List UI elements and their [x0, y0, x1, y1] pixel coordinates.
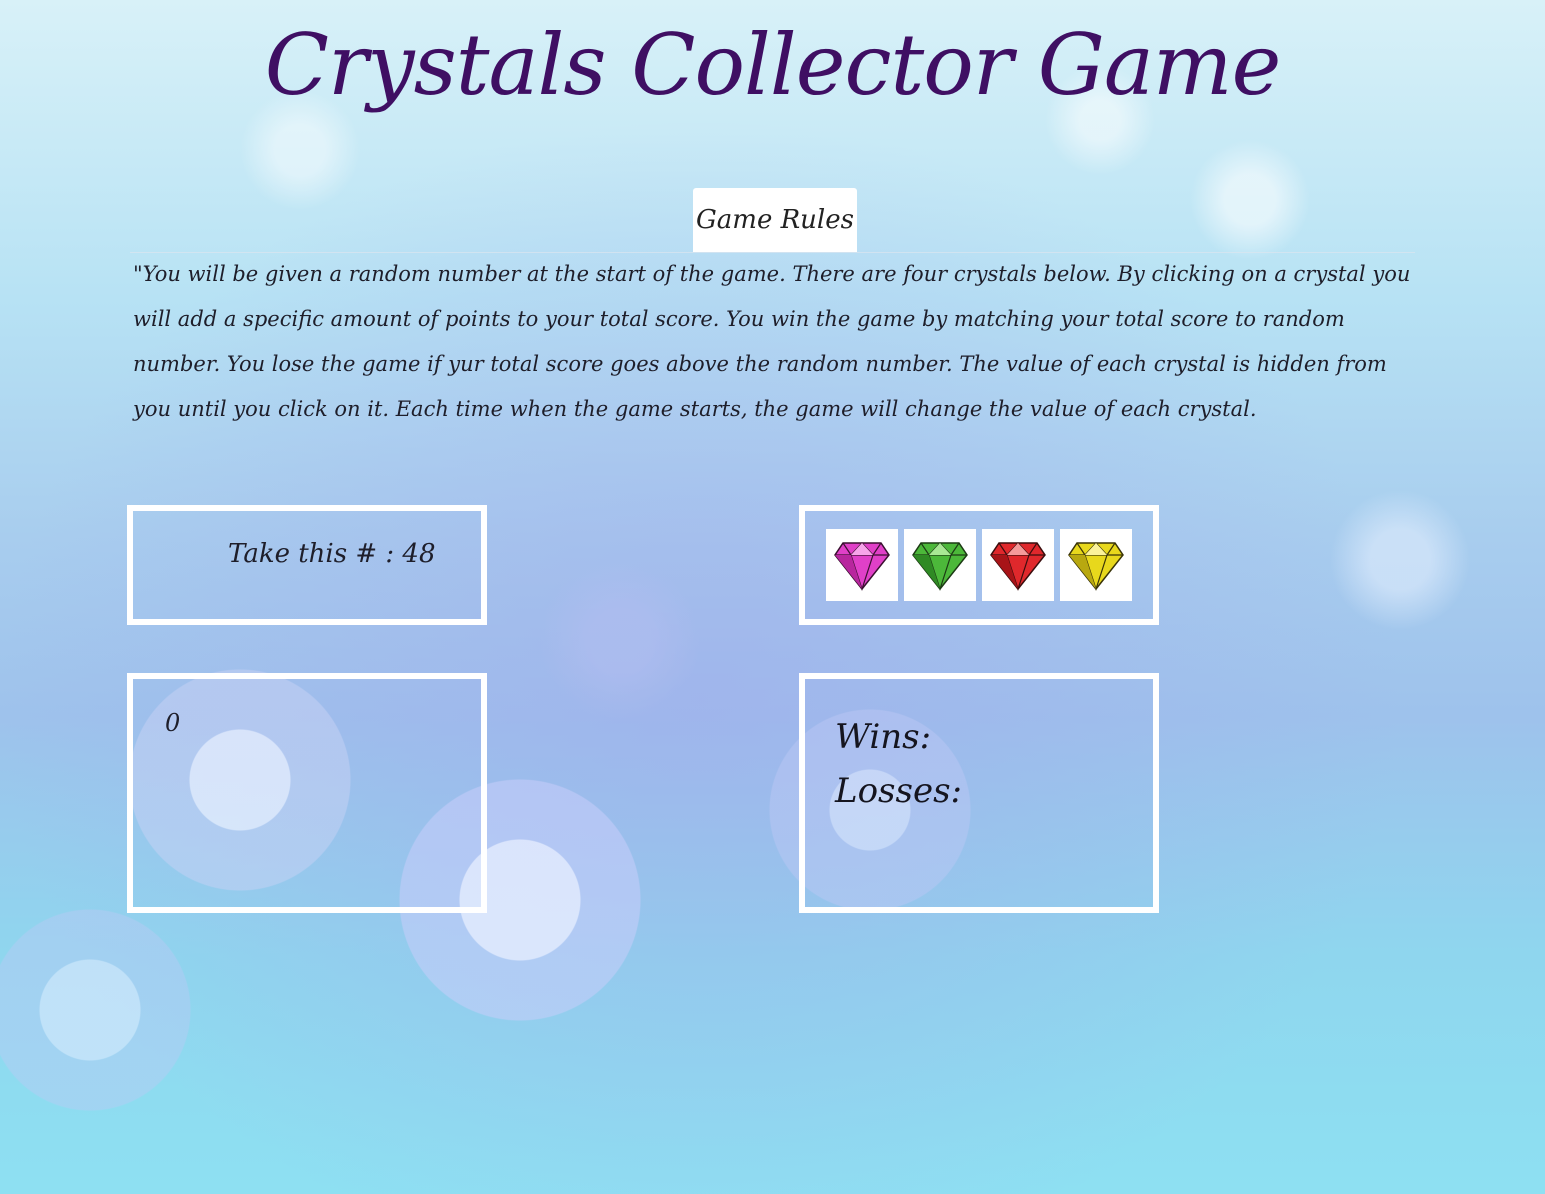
stats-panel: Wins: Losses: [799, 673, 1159, 913]
crystal-button-yellow[interactable] [1060, 529, 1132, 601]
page-title: Crystals Collector Game [264, 16, 1282, 114]
pink-crystal-icon [834, 542, 890, 591]
wins-label: Wins: [835, 717, 932, 757]
crystal-button-green[interactable] [904, 529, 976, 601]
green-crystal-icon [912, 542, 968, 591]
target-number-label: Take this # : 48 [228, 539, 436, 569]
total-score-value: 0 [165, 709, 181, 737]
crystal-button-red[interactable] [982, 529, 1054, 601]
crystal-list [826, 529, 1132, 601]
rules-text: "You will be given a random number at th… [133, 262, 1411, 421]
yellow-crystal-icon [1068, 542, 1124, 591]
target-number-panel: Take this # : 48 [127, 505, 487, 625]
total-score-panel: 0 [127, 673, 487, 913]
crystals-panel [799, 505, 1159, 625]
game-rules-tab[interactable]: Game Rules [693, 188, 857, 252]
red-crystal-icon [990, 542, 1046, 591]
crystal-button-pink[interactable] [826, 529, 898, 601]
losses-label: Losses: [835, 771, 962, 811]
